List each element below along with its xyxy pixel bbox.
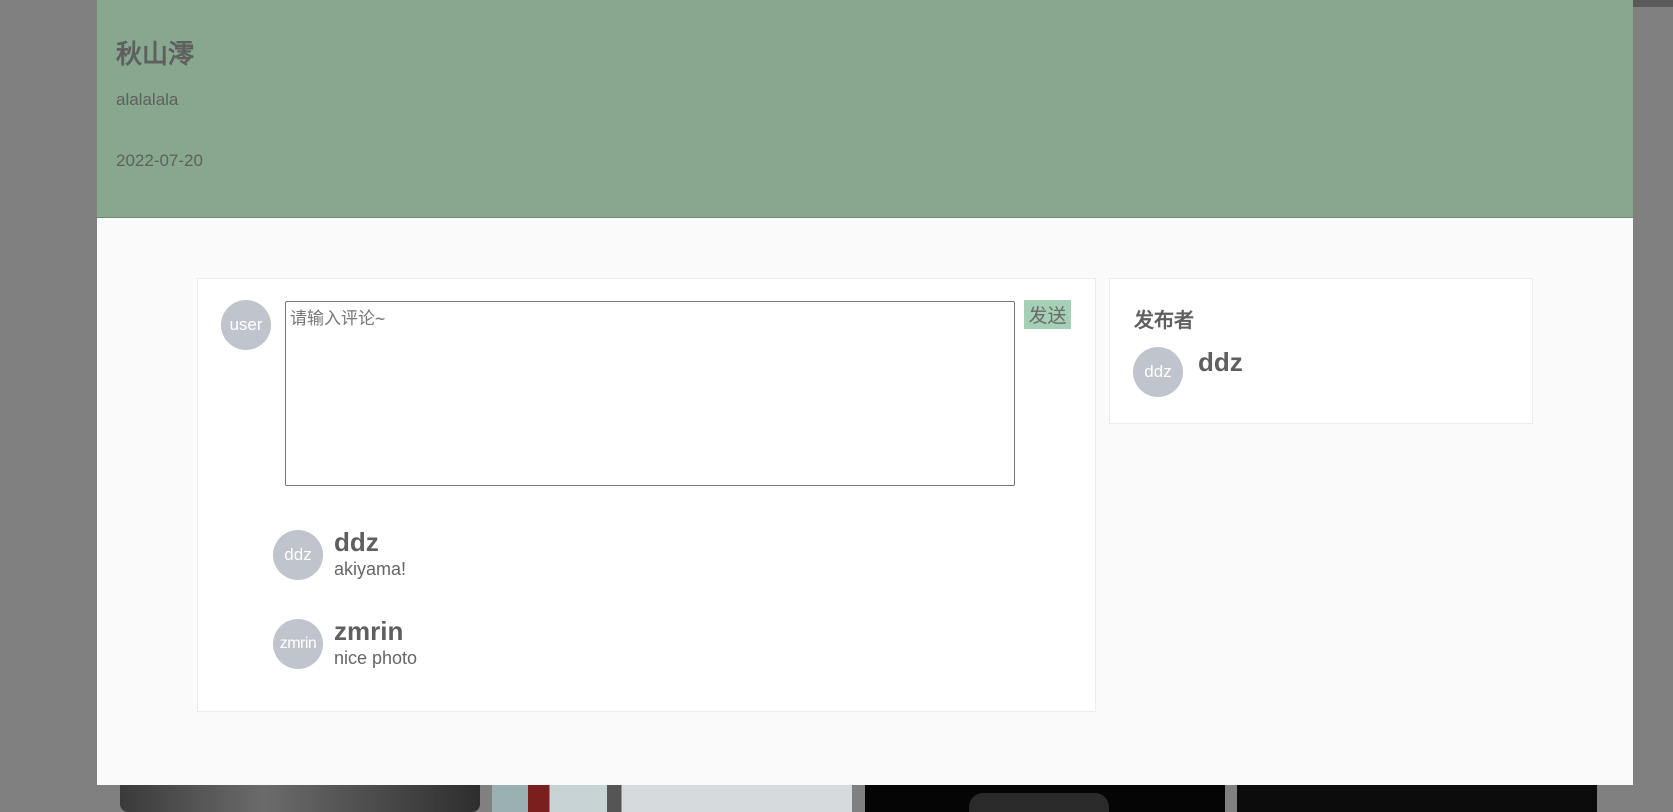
publisher-name: ddz [1198, 347, 1243, 377]
publisher-heading: 发布者 [1134, 310, 1194, 332]
current-user-avatar: user [221, 300, 271, 350]
comment-author: ddz [334, 527, 379, 557]
background-photo-thumbnail[interactable] [120, 785, 480, 812]
post-date: 2022-07-20 [116, 151, 203, 170]
comment-text: akiyama! [334, 559, 407, 579]
comments-panel: user 发送 ddz ddz akiyama! zmrin zmrin nic… [197, 278, 1096, 712]
post-title: 秋山澪 [116, 39, 195, 69]
comment-item: zmrin zmrin nice photo [273, 616, 773, 679]
background-photo-thumbnail[interactable] [1237, 785, 1597, 812]
background-photo-thumbnail[interactable] [492, 785, 852, 812]
comment-input[interactable] [285, 301, 1015, 486]
comment-item: ddz ddz akiyama! [273, 527, 773, 590]
comment-author: zmrin [334, 616, 404, 646]
post-header: 秋山澪 alalalala 2022-07-20 [97, 0, 1633, 218]
publisher-avatar: ddz [1133, 347, 1183, 397]
publisher-panel: 发布者 ddz ddz [1109, 278, 1533, 424]
comment-avatar: ddz [273, 530, 323, 580]
background-photo-thumbnail[interactable] [865, 785, 1225, 812]
comment-avatar: zmrin [273, 619, 323, 669]
send-button[interactable]: 发送 [1024, 300, 1071, 329]
background-window-bar [1632, 0, 1673, 7]
photo-detail-modal: 秋山澪 alalalala 2022-07-20 user 发送 ddz ddz… [97, 0, 1633, 785]
post-description: alalalala [116, 90, 179, 109]
comment-text: nice photo [334, 648, 418, 668]
